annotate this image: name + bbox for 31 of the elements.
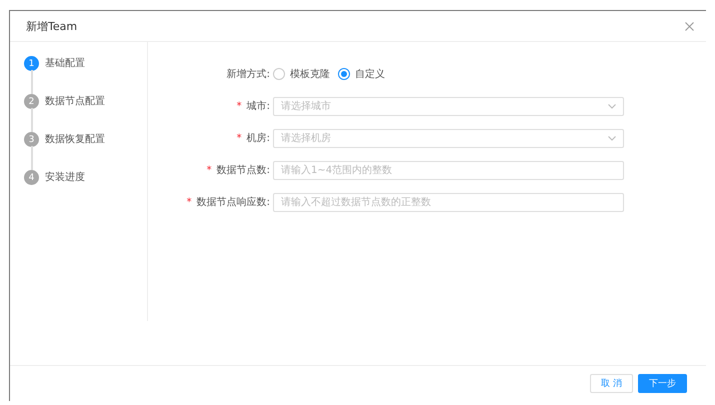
radio-label[interactable]: 模板克隆 [290, 67, 330, 81]
step-number: 4 [24, 170, 39, 185]
select-field[interactable]: 请选择机房 [273, 128, 624, 148]
field-label: 城市: [246, 101, 270, 112]
step-label: 数据节点配置 [45, 94, 105, 109]
input-field[interactable]: 请输入1~4范围内的整数 [273, 160, 624, 180]
close-icon[interactable] [685, 22, 694, 30]
field-label: 数据节点数: [216, 165, 270, 176]
radio-button[interactable] [338, 68, 350, 80]
field-label: 新增方式: [226, 69, 270, 80]
chevron-down-icon [608, 136, 616, 140]
field-label: 数据节点响应数: [196, 197, 270, 208]
required-mark: * [186, 197, 192, 208]
select-field[interactable]: 请选择城市 [273, 96, 624, 116]
field-label: 机房: [246, 133, 270, 144]
step-number: 2 [24, 94, 39, 109]
step-number: 1 [24, 56, 39, 71]
next-button[interactable]: 下一步 [638, 374, 687, 393]
step-label: 数据恢复配置 [45, 132, 105, 147]
required-mark: * [236, 101, 242, 112]
input-field[interactable]: 请输入不超过数据节点数的正整数 [273, 192, 624, 212]
step-label: 安装进度 [45, 170, 85, 185]
radio-button[interactable] [273, 68, 285, 80]
radio-label[interactable]: 自定义 [355, 67, 385, 81]
required-mark: * [236, 133, 242, 144]
cancel-button[interactable]: 取 消 [590, 374, 633, 393]
dialog-title: 新增Team [26, 18, 78, 34]
chevron-down-icon [608, 104, 616, 108]
step-number: 3 [24, 132, 39, 147]
step-label: 基础配置 [45, 56, 85, 71]
required-mark: * [206, 165, 212, 176]
